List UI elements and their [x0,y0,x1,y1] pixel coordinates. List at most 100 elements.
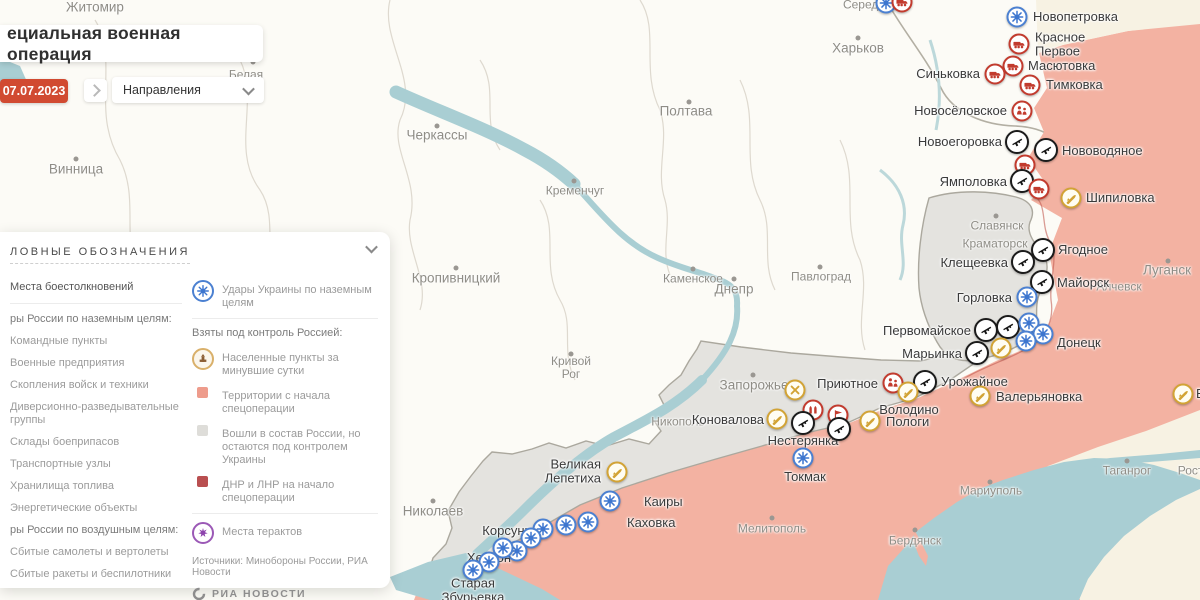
legend-item-label: Места терактов [222,522,302,539]
map-point-label: Приютное [817,377,878,391]
city-dot [435,124,440,129]
legend-panel: ЛОВНЫЕ ОБОЗНАЧЕНИЯ Места боестолкновений… [0,232,390,588]
legend-item: Скопления войск и техники [10,379,182,392]
troops-marker[interactable] [1009,34,1030,55]
legend-item: Энергетические объекты [10,502,182,515]
strike-ua-marker[interactable] [600,491,621,512]
downed-aircraft-marker[interactable] [785,380,806,401]
downed-rocket-icon [770,412,785,427]
strike-ua-icon [603,494,618,509]
clash-marker[interactable] [791,411,815,435]
troops-marker[interactable] [1003,56,1024,77]
map-point-label: Каиры [644,495,683,509]
troops-icon [1023,78,1038,93]
clash-marker[interactable] [1034,138,1058,162]
legend-item: Территории с начала спецоперации [192,386,378,416]
city-label: Черкассы [407,129,468,144]
city-dot [988,480,993,485]
sabotage-marker[interactable] [1012,101,1033,122]
legend-item: Склады боеприпасов [10,436,182,449]
clash-icon [1010,135,1025,150]
clash-icon [1015,174,1030,189]
strike-ua-icon [581,515,596,530]
downed-rocket-marker[interactable] [991,338,1012,359]
downed-aircraft-icon [788,383,803,398]
directions-dropdown-label: Направления [123,83,201,97]
city-label: Мелитополь [738,522,806,535]
clash-marker[interactable] [827,417,851,441]
clash-marker[interactable] [965,341,989,365]
strike-ua-icon [1019,334,1034,349]
city-label: Бердянск [889,534,941,547]
strike-ua-marker[interactable] [556,515,577,536]
troops-icon [988,67,1003,82]
clash-icon [1036,243,1051,258]
map-point-label: Новосёловское [914,104,1007,118]
clash-icon [1016,255,1031,270]
downed-rocket-icon [901,385,916,400]
troops-marker[interactable] [1029,179,1050,200]
legend-item: Места боестолкновений [10,281,182,294]
legend-right-column: Удары Украины по наземным целям Взяты под… [182,272,378,600]
troops-marker[interactable] [985,64,1006,85]
strike-ua-icon [1020,290,1035,305]
city-label: Днепр [715,283,754,298]
legend-item-label: Удары Украины по наземным целям [222,280,378,310]
map-point-label: В [1196,387,1200,401]
brand-row: РИА НОВОСТИ [192,587,378,600]
city-dot [74,157,79,162]
strike-ua-icon [466,563,481,578]
clash-marker[interactable] [1005,130,1029,154]
troops-marker[interactable] [892,0,913,13]
troops-icon [1032,182,1047,197]
map-point-label: Ягодное [1058,243,1108,257]
legend-section-header: Взяты под контроль Россией: [192,327,378,340]
city-label: Мариуполь [960,484,1022,497]
date-badge[interactable]: 07.07.2023 [0,79,68,103]
city-dot [1125,459,1130,464]
downed-rocket-icon [610,465,625,480]
downed-rocket-marker[interactable] [970,386,991,407]
clash-icon [1035,275,1050,290]
strike-ua-marker[interactable] [1016,331,1037,352]
downed-rocket-marker[interactable] [767,409,788,430]
legend-sources: Источники: Минобороны России, РИА Новост… [192,556,378,578]
strike-ua-marker[interactable] [1017,287,1038,308]
legend-item: Вошли в состав России, но остаются под к… [192,424,378,467]
map-point-label: Токмак [784,470,826,484]
map-point-label: Нововодяное [1062,144,1143,158]
city-dot [572,179,577,184]
directions-dropdown[interactable]: Направления [112,77,264,103]
strike-ua-marker[interactable] [793,448,814,469]
legend-item: ры России по воздушным целям: [10,524,182,537]
clash-icon [796,416,811,431]
territory-swatch [197,387,208,398]
strike-ua-icon [524,531,539,546]
legend-title: ЛОВНЫЕ ОБОЗНАЧЕНИЯ [10,246,190,264]
legend-item: Населенные пункты за минувшие сутки [192,348,378,378]
legend-item: Командные пункты [10,335,182,348]
legend-item: Места терактов [192,522,378,544]
city-label: Запорожье [720,379,789,394]
city-dot [818,265,823,270]
clash-marker[interactable] [1011,250,1035,274]
downed-rocket-marker[interactable] [607,462,628,483]
troops-marker[interactable] [1020,75,1041,96]
date-next-button[interactable] [84,79,107,102]
map-point-label: Горловка [957,291,1012,305]
downed-rocket-marker[interactable] [1173,384,1194,405]
strike-ua-marker[interactable] [1007,7,1028,28]
legend-collapse-icon[interactable] [365,241,378,254]
downed-rocket-marker[interactable] [1061,188,1082,209]
strike-ua-icon [559,518,574,533]
strike-ua-marker[interactable] [578,512,599,533]
downed-rocket-marker[interactable] [860,411,881,432]
clash-icon [979,323,994,338]
downed-rocket-marker[interactable] [898,382,919,403]
strike-ua-marker[interactable] [463,560,484,581]
map-point-label: Донецк [1057,336,1101,350]
city-dot [856,36,861,41]
map-point-label: Великая Лепетиха [545,457,601,484]
city-label: Таганрог [1103,464,1152,477]
map-point-label: Коновалова [692,413,764,427]
